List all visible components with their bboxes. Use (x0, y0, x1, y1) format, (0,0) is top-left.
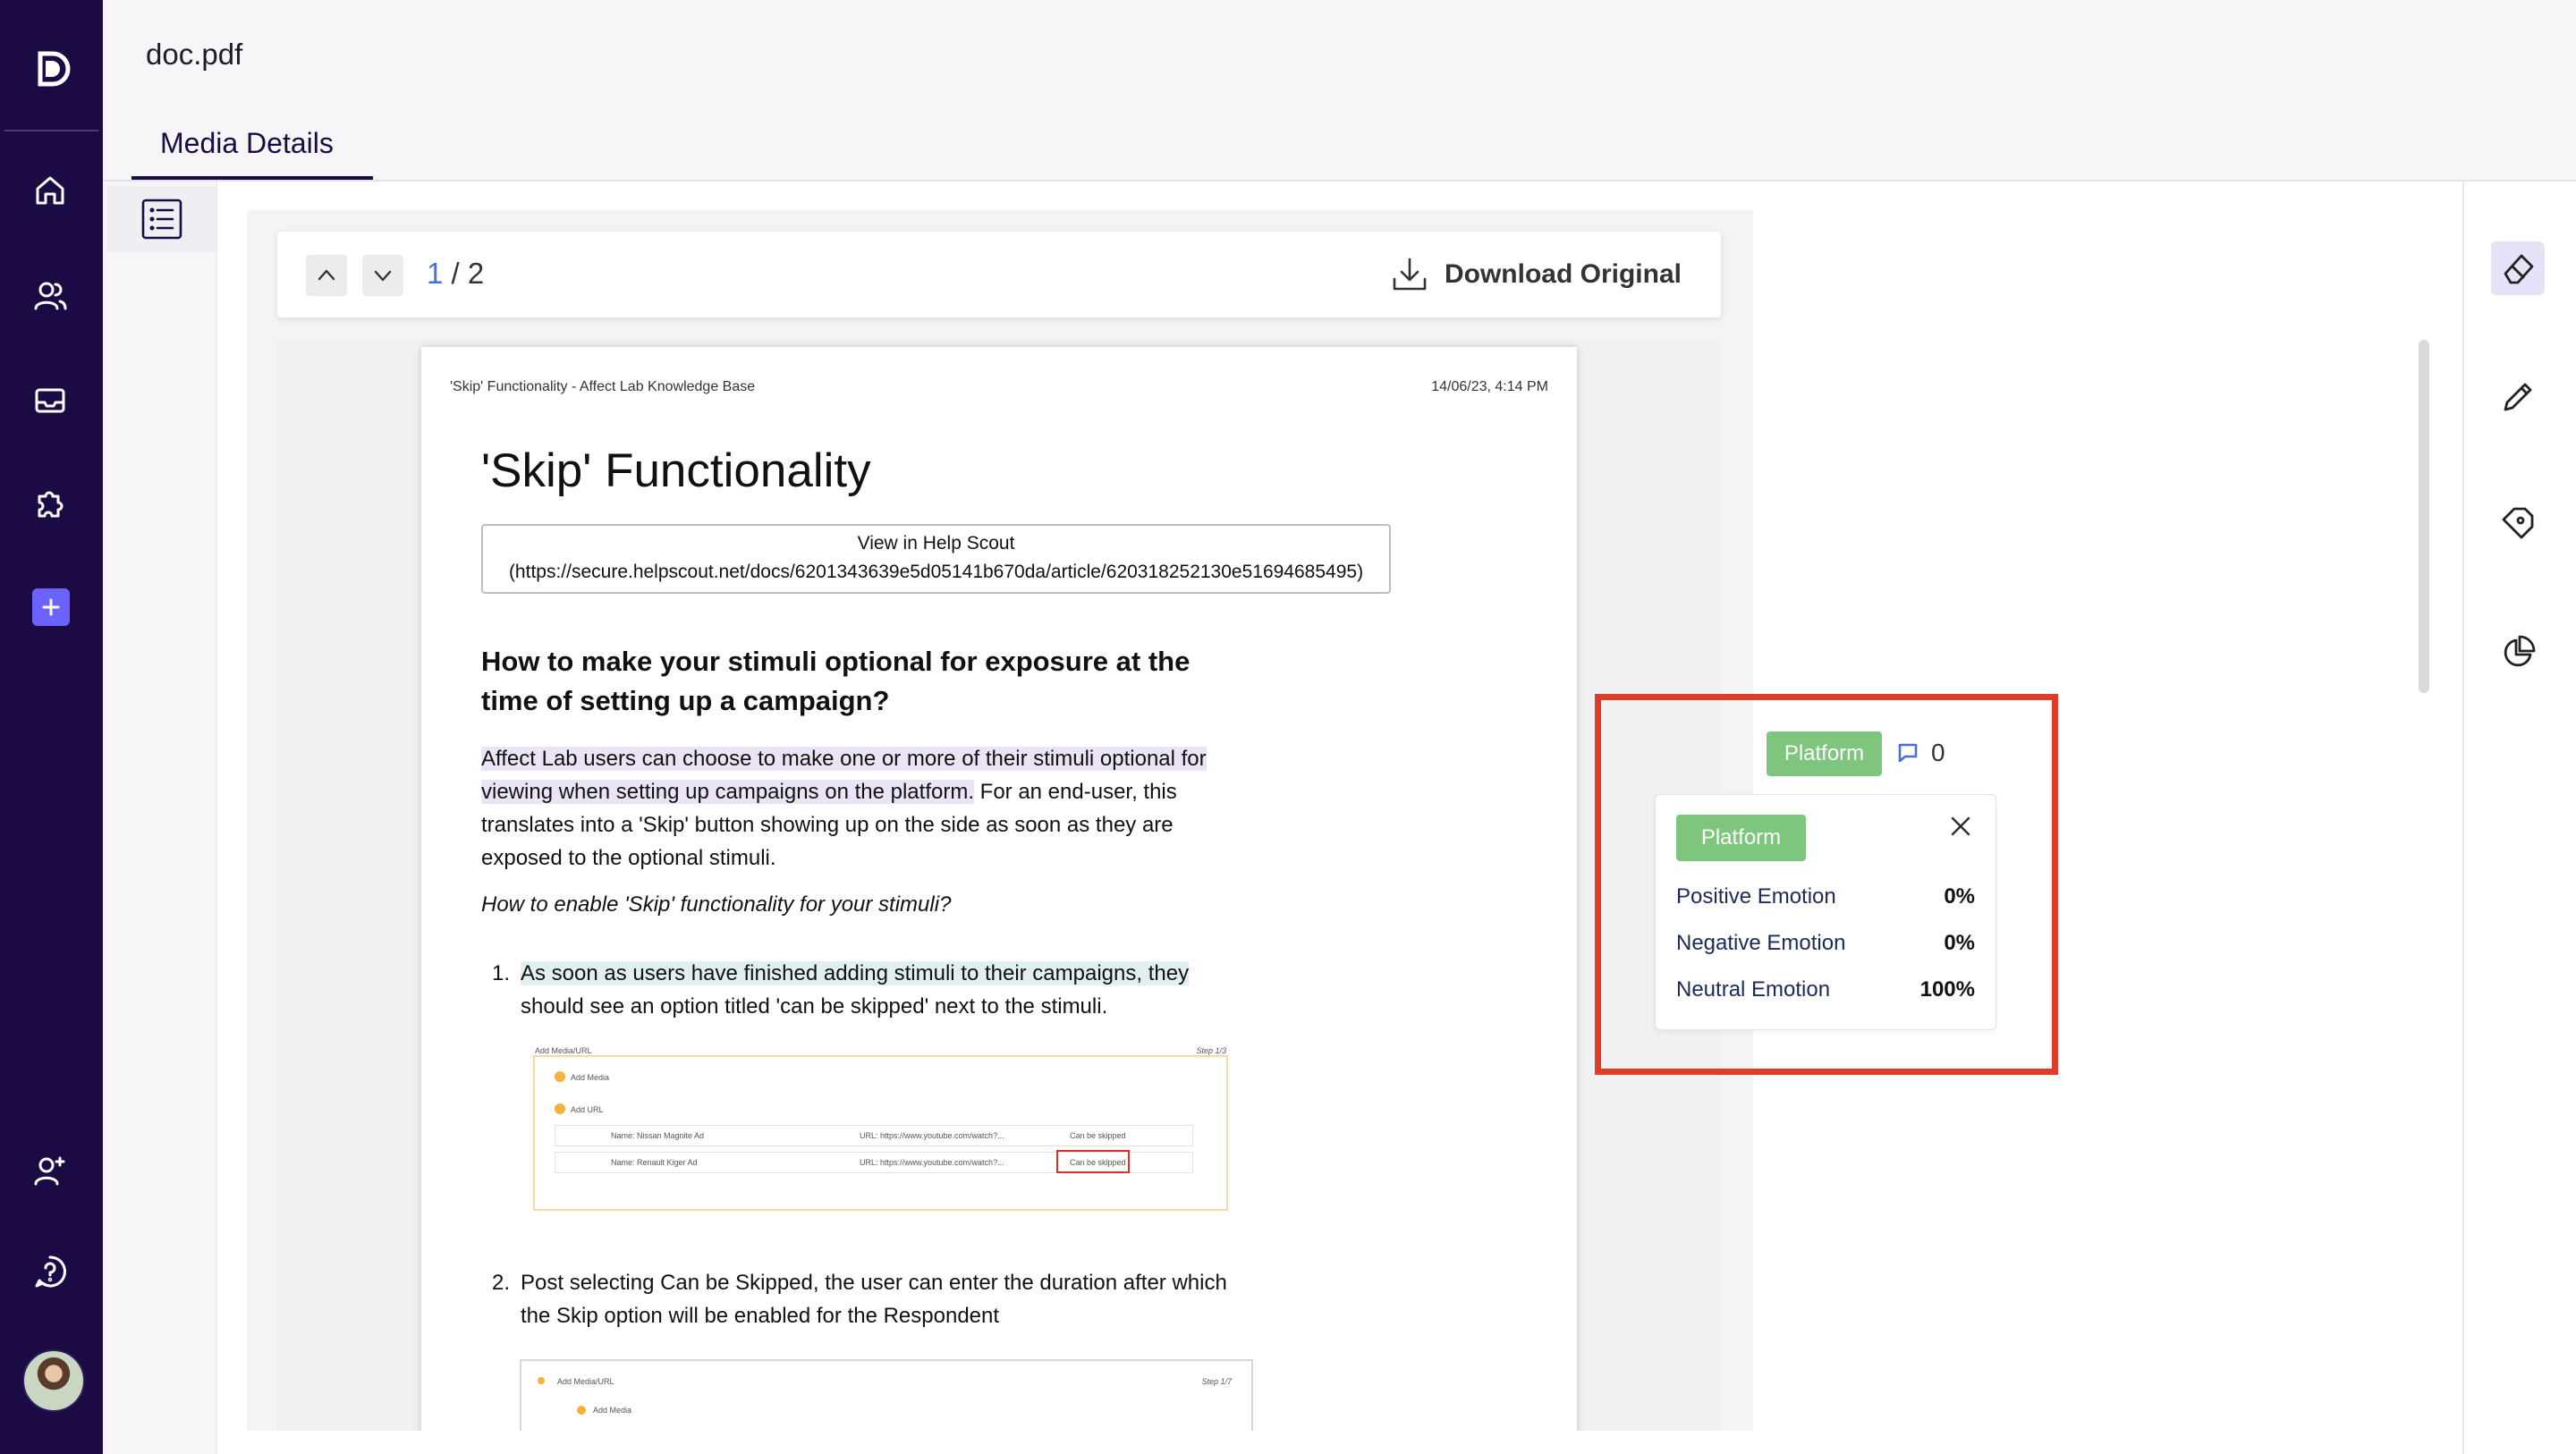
shot-row: Name: Nissan Magnite Ad URL: https://www… (555, 1125, 1193, 1146)
tab-label: Media Details (160, 127, 334, 159)
eraser-icon[interactable] (2491, 241, 2545, 295)
shot-add-media: Add Media (593, 1406, 632, 1415)
home-icon[interactable] (27, 167, 73, 214)
comment-count: 0 (1931, 739, 1945, 766)
outline-toggle-button[interactable] (107, 186, 216, 252)
emotion-label: Negative Emotion (1676, 931, 1846, 955)
users-icon[interactable] (27, 273, 73, 319)
pdf-page: 'Skip' Functionality - Affect Lab Knowle… (421, 347, 1577, 1431)
puzzle-icon[interactable] (27, 480, 73, 527)
chevron-down-icon (374, 270, 392, 282)
shot-row-url: URL: https://www.youtube.com/watch?... (860, 1158, 1004, 1167)
list-text: should see an option titled 'can be skip… (521, 994, 1108, 1019)
tag-icon[interactable] (2491, 496, 2545, 550)
card-tag-chip[interactable]: Platform (1676, 815, 1806, 861)
shot-title: Add Media/URL (557, 1377, 614, 1386)
list-icon (141, 199, 182, 240)
shot-step: Step 1/7 (1201, 1377, 1232, 1386)
emotion-row-negative: Negative Emotion 0% (1676, 931, 1975, 963)
document-title: 'Skip' Functionality (481, 444, 871, 497)
highlighted-text[interactable]: As soon as users have finished adding st… (521, 961, 1190, 985)
page-separator: / (443, 257, 468, 290)
emotion-value: 0% (1944, 931, 1975, 955)
shot-add-url: Add URL (571, 1105, 604, 1114)
comment-icon[interactable] (1896, 741, 1919, 765)
emotion-label: Positive Emotion (1676, 884, 1836, 909)
chevron-up-icon (318, 269, 335, 281)
shot-step: Step 1/3 (1196, 1046, 1226, 1055)
screenshot-image: Add Media/URL Step 1/7 Add Media (520, 1359, 1253, 1431)
shot-row-url: URL: https://www.youtube.com/watch?... (860, 1131, 1004, 1140)
tab-media-details[interactable]: Media Details (131, 123, 373, 181)
emotion-card: Platform Positive Emotion 0% Negative Em… (1655, 794, 1996, 1030)
section-heading: How to make your stimuli optional for ex… (481, 646, 1191, 716)
help-box-line2: (https://secure.helpscout.net/docs/62013… (508, 562, 1364, 582)
app-logo[interactable] (30, 46, 74, 91)
help-box-line1: View in Help Scout (857, 533, 1015, 554)
list-item: 2. Post selecting Can be Skipped, the us… (481, 1266, 1250, 1332)
left-nav (0, 0, 103, 1454)
tag-chip[interactable]: Platform (1767, 731, 1882, 776)
scrollbar[interactable] (2419, 340, 2429, 693)
highlight-box (1056, 1150, 1130, 1173)
add-user-icon[interactable] (27, 1147, 73, 1194)
step-dot (538, 1377, 545, 1384)
prev-page-button[interactable] (306, 255, 347, 296)
emotion-value: 100% (1919, 977, 1975, 1002)
shot-row-name: Name: Renault Kiger Ad (611, 1158, 698, 1167)
help-scout-link[interactable]: View in Help Scout (https://secure.helps… (481, 524, 1391, 594)
page-indicator: 1 / 2 (427, 257, 484, 291)
pen-icon[interactable] (2491, 370, 2545, 424)
emotion-row-neutral: Neutral Emotion 100% (1676, 977, 1975, 1010)
help-icon[interactable] (27, 1248, 73, 1295)
intro-paragraph: Affect Lab users can choose to make one … (481, 742, 1250, 875)
shot-title: Add Media/URL (535, 1046, 592, 1055)
screenshot-image: Add Media/URL Step 1/3 Add Media Add URL… (533, 1046, 1228, 1211)
page-header-date: 14/06/23, 4:14 PM (1431, 379, 1548, 394)
close-icon[interactable] (1945, 811, 1976, 841)
pie-chart-icon[interactable] (2491, 626, 2545, 680)
italic-question: How to enable 'Skip' functionality for y… (481, 892, 952, 917)
add-button[interactable] (32, 588, 70, 626)
current-page[interactable]: 1 (427, 257, 443, 290)
step-dot (555, 1071, 565, 1082)
list-item: 1. As soon as users have finished adding… (481, 957, 1250, 1023)
list-number: 2. (492, 1271, 511, 1295)
emotion-row-positive: Positive Emotion 0% (1676, 884, 1975, 917)
nav-divider (4, 130, 98, 131)
list-text: Post selecting Can be Skipped, the user … (521, 1271, 1227, 1328)
download-icon (1393, 258, 1427, 291)
shot-add-media: Add Media (571, 1073, 610, 1082)
file-name: doc.pdf (146, 38, 243, 71)
download-label: Download Original (1444, 259, 1682, 289)
list-number: 1. (492, 961, 511, 985)
pdf-page-area: 'Skip' Functionality - Affect Lab Knowle… (277, 340, 1721, 1431)
emotion-label: Neutral Emotion (1676, 977, 1831, 1002)
total-pages: 2 (467, 257, 485, 290)
download-original-button[interactable]: Download Original (1389, 253, 1682, 296)
next-page-button[interactable] (362, 255, 403, 296)
inbox-icon[interactable] (27, 377, 73, 424)
step-dot (577, 1406, 586, 1415)
emotion-value: 0% (1944, 884, 1975, 909)
avatar[interactable] (22, 1349, 85, 1412)
shot-row-option: Can be skipped (1070, 1131, 1126, 1140)
shot-row-name: Name: Nissan Magnite Ad (611, 1131, 705, 1140)
page-header-title: 'Skip' Functionality - Affect Lab Knowle… (450, 379, 756, 394)
pdf-toolbar: 1 / 2 Download Original (277, 232, 1721, 317)
step-dot (555, 1103, 565, 1114)
